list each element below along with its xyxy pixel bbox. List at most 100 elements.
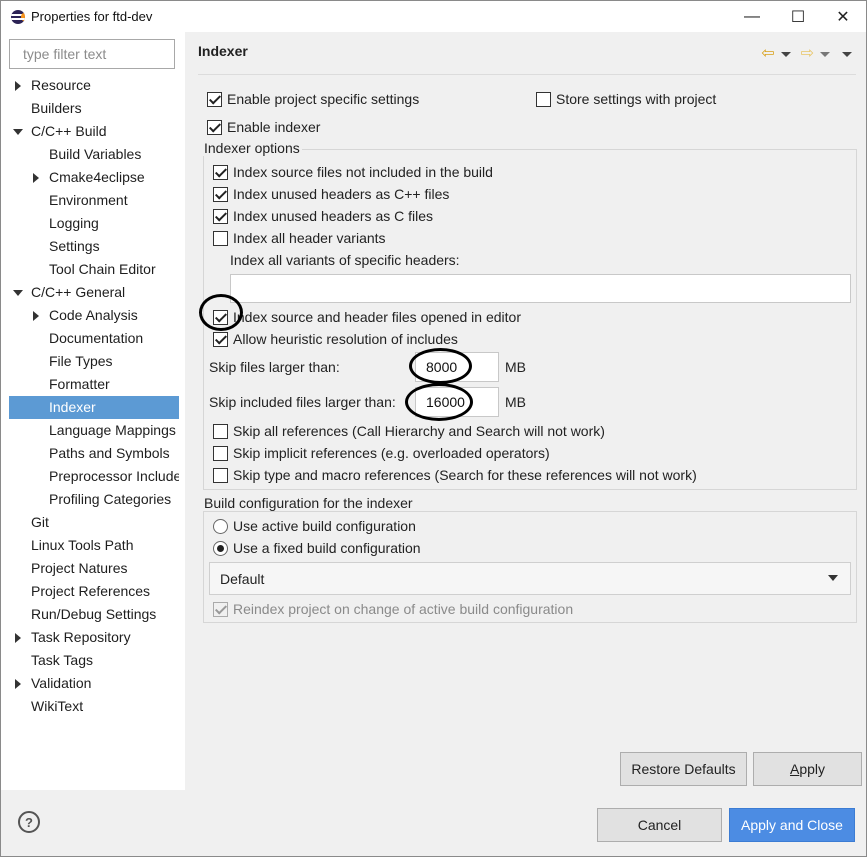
checkbox-box[interactable] — [207, 91, 222, 107]
tree-item-build-variables[interactable]: Build Variables — [9, 143, 179, 166]
radio-label: Use active build configuration — [233, 518, 416, 534]
reindex-on-change-checkbox[interactable]: Reindex project on change of active buil… — [213, 601, 573, 617]
tree-item-builders[interactable]: Builders — [9, 97, 179, 120]
tree-item-validation[interactable]: Validation — [9, 672, 179, 695]
tree-item-project-references[interactable]: Project References — [9, 580, 179, 603]
skip-type-macro-references-checkbox[interactable]: Skip type and macro references (Search f… — [213, 467, 697, 483]
checkbox-label: Enable indexer — [227, 119, 321, 135]
tree-item-environment[interactable]: Environment — [9, 189, 179, 212]
index-source-not-in-build-checkbox[interactable]: Index source files not included in the b… — [213, 164, 493, 180]
tree-item-label: Preprocessor Include Paths — [49, 468, 179, 484]
tree-item-formatter[interactable]: Formatter — [9, 373, 179, 396]
tree-item-label: Task Tags — [31, 652, 93, 668]
view-menu-icon[interactable] — [842, 51, 852, 57]
tree-item-tool-chain-editor[interactable]: Tool Chain Editor — [9, 258, 179, 281]
index-opened-files-checkbox[interactable]: Index source and header files opened in … — [213, 309, 521, 325]
close-button[interactable]: ✕ — [823, 5, 863, 29]
tree-item-resource[interactable]: Resource — [9, 74, 179, 97]
tree-item-label: Build Variables — [49, 146, 142, 162]
tree-item-paths-and-symbols[interactable]: Paths and Symbols — [9, 442, 179, 465]
use-active-config-radio[interactable]: Use active build configuration — [213, 518, 416, 534]
index-unused-headers-c-checkbox[interactable]: Index unused headers as C files — [213, 208, 433, 224]
checkbox-box[interactable] — [213, 164, 228, 180]
enable-project-specific-checkbox[interactable]: Enable project specific settings — [207, 91, 419, 107]
tree-item-task-repository[interactable]: Task Repository — [9, 626, 179, 649]
tree-item-label: Validation — [31, 675, 92, 691]
radio-circle[interactable] — [213, 518, 228, 534]
skip-included-size-input[interactable]: 16000 — [415, 387, 499, 417]
tree-item-documentation[interactable]: Documentation — [9, 327, 179, 350]
use-fixed-config-radio[interactable]: Use a fixed build configuration — [213, 540, 421, 556]
tree-item-language-mappings[interactable]: Language Mappings — [9, 419, 179, 442]
collapsed-arrow-icon[interactable] — [31, 173, 41, 183]
tree-item-git[interactable]: Git — [9, 511, 179, 534]
specific-headers-input[interactable] — [230, 274, 851, 303]
filter-input[interactable] — [9, 39, 175, 69]
tree-item-wikitext[interactable]: WikiText — [9, 695, 179, 718]
navigation-toolbar: ⇦ ⇨ — [761, 44, 858, 64]
checkbox-box[interactable] — [213, 423, 228, 439]
back-history-dropdown-icon[interactable] — [780, 51, 791, 57]
help-icon[interactable]: ? — [18, 811, 40, 833]
checkbox-box[interactable] — [213, 208, 228, 224]
tree-item-linux-tools-path[interactable]: Linux Tools Path — [9, 534, 179, 557]
checkbox-box[interactable] — [213, 467, 228, 483]
tree-item-cmake4eclipse[interactable]: Cmake4eclipse — [9, 166, 179, 189]
forward-arrow-icon[interactable]: ⇨ — [801, 46, 814, 62]
index-all-header-variants-checkbox[interactable]: Index all header variants — [213, 230, 386, 246]
expanded-arrow-icon[interactable] — [13, 127, 23, 137]
back-arrow-icon[interactable]: ⇦ — [761, 46, 774, 62]
skip-implicit-references-checkbox[interactable]: Skip implicit references (e.g. overloade… — [213, 445, 550, 461]
maximize-button[interactable]: ☐ — [778, 5, 818, 29]
build-config-select[interactable]: Default — [209, 562, 851, 595]
skip-all-references-checkbox[interactable]: Skip all references (Call Hierarchy and … — [213, 423, 605, 439]
index-unused-headers-cpp-checkbox[interactable]: Index unused headers as C++ files — [213, 186, 449, 202]
checkbox-box[interactable] — [213, 309, 228, 325]
tree-item-label: Linux Tools Path — [31, 537, 134, 553]
checkbox-label: Store settings with project — [556, 91, 717, 107]
tree-item-run-debug-settings[interactable]: Run/Debug Settings — [9, 603, 179, 626]
minimize-button[interactable]: — — [732, 5, 772, 29]
tree-item-preprocessor-include-paths[interactable]: Preprocessor Include Paths — [9, 465, 179, 488]
heuristic-includes-checkbox[interactable]: Allow heuristic resolution of includes — [213, 331, 458, 347]
checkbox-box[interactable] — [207, 119, 222, 135]
tree-item-file-types[interactable]: File Types — [9, 350, 179, 373]
tree-item-task-tags[interactable]: Task Tags — [9, 649, 179, 672]
checkbox-box[interactable] — [213, 186, 228, 202]
radio-circle[interactable] — [213, 540, 228, 556]
checkbox-box[interactable] — [536, 91, 551, 107]
tree-item-profiling-categories[interactable]: Profiling Categories — [9, 488, 179, 511]
checkbox-label: Skip type and macro references (Search f… — [233, 467, 697, 483]
checkbox-box[interactable] — [213, 445, 228, 461]
checkbox-box[interactable] — [213, 601, 228, 617]
enable-indexer-checkbox[interactable]: Enable indexer — [207, 119, 320, 135]
tree-item-code-analysis[interactable]: Code Analysis — [9, 304, 179, 327]
store-settings-checkbox[interactable]: Store settings with project — [536, 91, 716, 107]
tree-item-label: Run/Debug Settings — [31, 606, 157, 622]
checkbox-label: Index unused headers as C files — [233, 208, 434, 224]
skip-files-size-input[interactable]: 8000 — [415, 352, 499, 382]
checkbox-box[interactable] — [213, 230, 228, 246]
apply-button[interactable]: Apply — [753, 752, 862, 786]
tree-item-project-natures[interactable]: Project Natures — [9, 557, 179, 580]
restore-defaults-button[interactable]: Restore Defaults — [620, 752, 747, 786]
tree-item-label: Paths and Symbols — [49, 445, 170, 461]
forward-history-dropdown-icon[interactable] — [820, 51, 830, 57]
checkbox-label: Allow heuristic resolution of includes — [233, 331, 458, 347]
tree-item-settings[interactable]: Settings — [9, 235, 179, 258]
apply-and-close-button[interactable]: Apply and Close — [729, 808, 855, 842]
collapsed-arrow-icon[interactable] — [13, 81, 23, 91]
tree-item-label: Tool Chain Editor — [49, 261, 156, 277]
collapsed-arrow-icon[interactable] — [13, 633, 23, 643]
tree-item-c-c-general[interactable]: C/C++ General — [9, 281, 179, 304]
tree-item-logging[interactable]: Logging — [9, 212, 179, 235]
collapsed-arrow-icon[interactable] — [31, 311, 41, 321]
checkbox-box[interactable] — [213, 331, 228, 347]
checkbox-label: Index all header variants — [233, 230, 386, 246]
expanded-arrow-icon[interactable] — [13, 288, 23, 298]
tree-item-indexer[interactable]: Indexer — [9, 396, 179, 419]
maximize-icon: ☐ — [790, 9, 806, 26]
tree-item-c-c-build[interactable]: C/C++ Build — [9, 120, 179, 143]
cancel-button[interactable]: Cancel — [597, 808, 722, 842]
collapsed-arrow-icon[interactable] — [13, 679, 23, 689]
